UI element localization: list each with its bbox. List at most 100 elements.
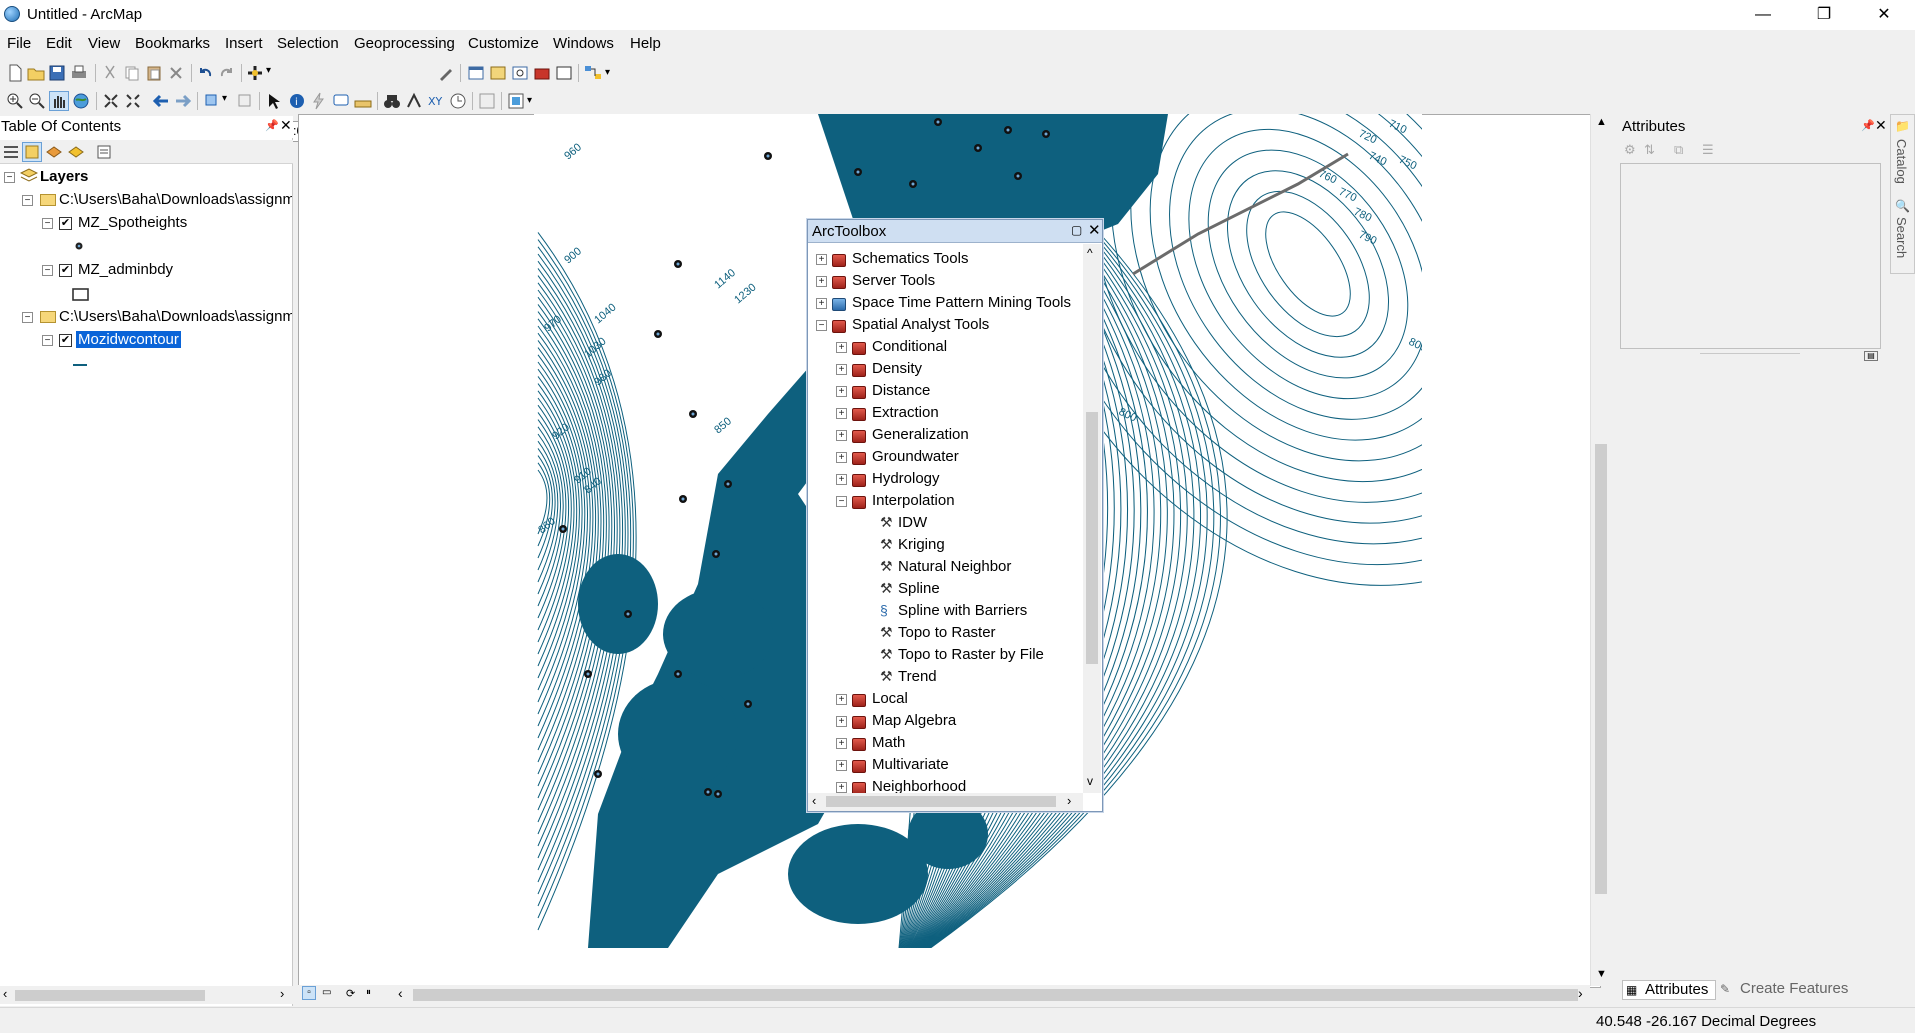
toolset-item-toggle[interactable]: + — [836, 738, 847, 749]
interpolation-tool[interactable]: Trend — [898, 668, 937, 685]
arctoolbox-titlebar[interactable]: ArcToolbox ▢ ✕ — [808, 220, 1102, 243]
toolset-item-toggle[interactable]: + — [836, 474, 847, 485]
list-by-selection-icon[interactable] — [67, 143, 85, 161]
menu-windows[interactable]: Windows — [553, 35, 614, 52]
search-dock-tab[interactable]: Search — [1894, 217, 1909, 258]
measure-ruler-icon[interactable] — [354, 92, 372, 110]
map-vscroll-thumb[interactable] — [1595, 444, 1607, 894]
menu-bookmarks[interactable]: Bookmarks — [135, 35, 210, 52]
select-dropdown-icon[interactable]: ▾ — [222, 93, 227, 104]
toolset-item-toggle[interactable]: + — [836, 430, 847, 441]
restore-button[interactable]: ❐ — [1796, 0, 1852, 30]
editor-toolbar-icon[interactable] — [437, 64, 455, 82]
toolbox-item[interactable]: Space Time Pattern Mining Tools — [852, 294, 1071, 311]
attributes-sort-icon[interactable]: ⚙ — [1624, 142, 1636, 158]
toolset-item[interactable]: Interpolation — [872, 492, 955, 509]
html-popup-icon[interactable] — [332, 92, 350, 110]
toc-close-icon[interactable]: ✕ — [280, 117, 292, 134]
refresh-icon[interactable]: ⟳ — [346, 987, 355, 1000]
attributes-related-icon[interactable]: ⧉ — [1674, 142, 1683, 158]
select-elements-arrow-icon[interactable] — [265, 92, 283, 110]
copy-icon[interactable] — [123, 64, 141, 82]
toolbox-item[interactable]: Schematics Tools — [852, 250, 968, 267]
arctoolbox-close-icon[interactable]: ✕ — [1088, 221, 1101, 239]
go-to-xy-icon[interactable]: XY — [427, 92, 445, 110]
redo-icon[interactable] — [218, 64, 236, 82]
spotheights-collapse-toggle[interactable]: − — [42, 218, 53, 229]
paste-icon[interactable] — [145, 64, 163, 82]
map-vertical-scrollbar[interactable]: ▲ ▼ — [1590, 114, 1610, 986]
modelbuilder-icon[interactable] — [584, 64, 602, 82]
adminbdy-visibility-checkbox[interactable]: ✔ — [59, 264, 72, 277]
toolset-item[interactable]: Map Algebra — [872, 712, 956, 729]
close-button[interactable]: ✕ — [1856, 0, 1912, 30]
cut-icon[interactable] — [101, 64, 119, 82]
toolset-item-toggle[interactable]: + — [836, 408, 847, 419]
menu-insert[interactable]: Insert — [225, 35, 263, 52]
attributes-order-icon[interactable]: ⇅ — [1644, 142, 1655, 158]
find-binoculars-icon[interactable] — [383, 92, 401, 110]
toolbar-overflow-icon-2[interactable]: ▾ — [527, 95, 532, 106]
clear-selection-icon[interactable] — [236, 92, 254, 110]
hyperlink-lightning-icon[interactable] — [310, 92, 328, 110]
layer-adminbdy-label[interactable]: MZ_adminbdy — [78, 261, 173, 278]
toolbox-hscroll-thumb[interactable] — [826, 796, 1056, 807]
print-icon[interactable] — [70, 64, 88, 82]
map-horizontal-scrollbar[interactable]: ▫ ▭ ⟳ ⏸ ‹ › — [298, 985, 1590, 1005]
select-features-icon[interactable] — [203, 92, 221, 110]
toolset-item[interactable]: Groundwater — [872, 448, 959, 465]
toolset-item[interactable]: Generalization — [872, 426, 969, 443]
minimize-button[interactable]: — — [1735, 0, 1791, 30]
attributes-grid-icon[interactable]: ▤ — [1864, 351, 1878, 361]
contour-collapse-toggle[interactable]: − — [42, 335, 53, 346]
create-viewer-window-icon[interactable] — [478, 92, 496, 110]
interpolation-tool[interactable]: Topo to Raster by File — [898, 646, 1044, 663]
attributes-close-icon[interactable]: ✕ — [1875, 117, 1887, 134]
python-window-icon[interactable] — [555, 64, 573, 82]
attributes-splitter[interactable] — [1700, 353, 1800, 354]
new-document-icon[interactable] — [6, 64, 24, 82]
maximize-icon[interactable]: ▢ — [1071, 223, 1082, 237]
save-icon[interactable] — [48, 64, 66, 82]
menu-help[interactable]: Help — [630, 35, 661, 52]
layers-root-label[interactable]: Layers — [40, 168, 88, 185]
toolset-item-toggle[interactable]: + — [836, 760, 847, 771]
full-extent-globe-icon[interactable] — [72, 92, 90, 110]
attributes-options-icon[interactable]: ☰ — [1702, 142, 1714, 158]
interpolation-tool[interactable]: Natural Neighbor — [898, 558, 1011, 575]
toolbox-horizontal-scrollbar[interactable]: ‹ › — [808, 793, 1083, 811]
pin-icon[interactable]: 📌 — [265, 119, 279, 132]
interpolation-tool[interactable]: Topo to Raster — [898, 624, 996, 641]
group1-collapse-toggle[interactable]: − — [22, 195, 33, 206]
catalog-window-icon[interactable] — [489, 64, 507, 82]
toolset-item[interactable]: Math — [872, 734, 905, 751]
list-by-visibility-icon[interactable] — [45, 143, 63, 161]
menu-edit[interactable]: Edit — [46, 35, 72, 52]
list-by-source-icon[interactable] — [22, 142, 42, 162]
tab-create-features[interactable]: ✎ Create Features — [1720, 980, 1848, 997]
menu-file[interactable]: File — [7, 35, 31, 52]
time-slider-icon[interactable] — [449, 92, 467, 110]
toolset-item-toggle[interactable]: + — [836, 782, 847, 793]
menu-geoprocessing[interactable]: Geoprocessing — [354, 35, 455, 52]
identify-icon[interactable]: i — [288, 92, 306, 110]
toolset-item[interactable]: Conditional — [872, 338, 947, 355]
layout-view-toggle-icon[interactable]: ▭ — [322, 987, 331, 998]
zoom-out-icon[interactable] — [28, 92, 46, 110]
toolbar-overflow-icon[interactable]: ▾ — [605, 67, 610, 78]
open-folder-icon[interactable] — [27, 64, 45, 82]
arctoolbox-window-icon[interactable] — [533, 64, 551, 82]
toolset-item[interactable]: Extraction — [872, 404, 939, 421]
map-hscroll-thumb[interactable] — [413, 989, 1578, 1001]
toc-hscroll[interactable]: ‹ › — [0, 986, 293, 1004]
interpolation-tool[interactable]: Kriging — [898, 536, 945, 553]
toolset-item-toggle[interactable]: + — [836, 694, 847, 705]
toolbox-vscroll-thumb[interactable] — [1086, 412, 1098, 664]
group2-collapse-toggle[interactable]: − — [22, 312, 33, 323]
undo-icon[interactable] — [196, 64, 214, 82]
data-view-icon[interactable]: ▫ — [302, 986, 316, 1000]
toolset-item-toggle[interactable]: + — [836, 364, 847, 375]
back-extent-arrow-icon[interactable] — [152, 92, 170, 110]
layers-collapse-toggle[interactable]: − — [4, 172, 15, 183]
toolbox-vertical-scrollbar[interactable]: ^ v — [1083, 244, 1101, 793]
